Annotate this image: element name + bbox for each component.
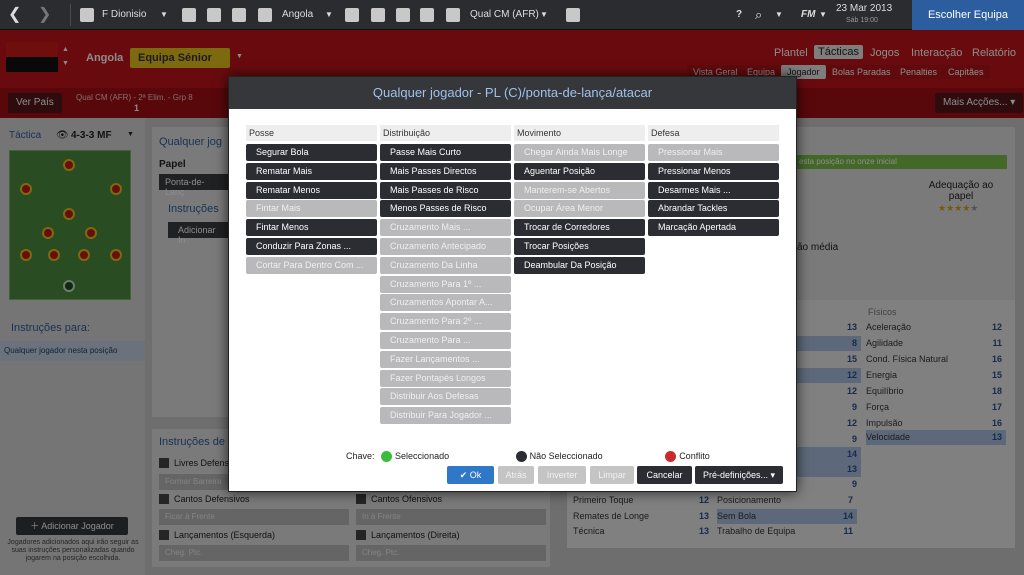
instruction-option[interactable]: Pressionar Menos bbox=[648, 162, 779, 180]
instruction-option[interactable]: Cruzamento Da Linha bbox=[380, 256, 511, 274]
instruction-option[interactable]: Trocar Posições bbox=[514, 238, 645, 255]
instruction-option[interactable]: Distribuir Para Jogador ... bbox=[380, 407, 511, 425]
instruction-option[interactable]: Segurar Bola bbox=[246, 144, 377, 161]
not-selected-dot bbox=[515, 451, 527, 463]
chevron-down-icon[interactable]: ▼ bbox=[775, 0, 783, 30]
search-icon[interactable]: ⌕ bbox=[755, 0, 762, 30]
back-icon[interactable]: ❮ bbox=[8, 0, 21, 30]
continue-button[interactable]: Escolher Equipa bbox=[912, 0, 1024, 30]
player-instructions-dialog: Qualquer jogador - PL (C)/ponta-de-lança… bbox=[228, 76, 797, 492]
cancel-button[interactable]: Cancelar bbox=[637, 466, 692, 484]
clipboard-icon[interactable] bbox=[207, 8, 221, 22]
conflict-dot bbox=[665, 451, 677, 463]
invert-button[interactable]: Inverter bbox=[538, 466, 586, 484]
calendar-icon[interactable] bbox=[566, 8, 580, 22]
instruction-option[interactable]: Cruzamento Para ... bbox=[380, 332, 511, 349]
instruction-option[interactable]: Mais Passes de Risco bbox=[380, 181, 511, 199]
instruction-option[interactable]: Fintar Menos bbox=[246, 219, 377, 237]
instruction-option[interactable]: Fazer Pontapés Longos bbox=[380, 369, 511, 387]
instruction-option[interactable]: Cruzamento Para 1º ... bbox=[380, 275, 511, 293]
chevron-down-icon[interactable]: ▼ bbox=[325, 0, 333, 30]
column-heading: Posse bbox=[246, 125, 377, 141]
instruction-option[interactable]: Mais Passes Directos bbox=[380, 162, 511, 180]
column-heading: Distribuição bbox=[380, 125, 511, 141]
instruction-option[interactable]: Abrandar Tackles bbox=[648, 200, 779, 218]
instruction-option[interactable]: Fintar Mais bbox=[246, 200, 377, 218]
legend-conflict: Conflito bbox=[679, 451, 710, 461]
instruction-option[interactable]: Aguentar Posição bbox=[514, 162, 645, 180]
forward-icon[interactable]: ❯ bbox=[38, 0, 51, 30]
manager-name[interactable]: F Dionisio bbox=[102, 0, 146, 30]
binoculars-icon[interactable] bbox=[420, 8, 434, 22]
briefcase-icon[interactable] bbox=[232, 8, 246, 22]
instruction-option[interactable]: Rematar Menos bbox=[246, 181, 377, 199]
instruction-option[interactable]: Distribuir Aos Defesas bbox=[380, 388, 511, 406]
window-icon[interactable] bbox=[396, 8, 410, 22]
folder-icon[interactable] bbox=[371, 8, 385, 22]
chevron-down-icon[interactable]: ▼ bbox=[540, 0, 548, 30]
legend: Chave: Seleccionado Não Seleccionado Con… bbox=[346, 450, 710, 463]
manager-icon[interactable] bbox=[80, 8, 94, 22]
instruction-option[interactable]: Pressionar Mais bbox=[648, 144, 779, 161]
trophy-icon[interactable] bbox=[446, 8, 460, 22]
chevron-down-icon[interactable]: ▼ bbox=[819, 0, 827, 30]
instruction-option[interactable]: Passe Mais Curto bbox=[380, 144, 511, 161]
instruction-option[interactable]: Cruzamento Para 2º ... bbox=[380, 313, 511, 331]
back-button[interactable]: Atrás bbox=[498, 466, 534, 484]
legend-selected: Seleccionado bbox=[395, 451, 450, 461]
column-heading: Movimento bbox=[514, 125, 645, 141]
selected-dot bbox=[381, 451, 393, 463]
clear-button[interactable]: Limpar bbox=[590, 466, 634, 484]
instruction-option[interactable]: Deambular Da Posição bbox=[514, 256, 645, 274]
instruction-option[interactable]: Cortar Para Dentro Com ... bbox=[246, 256, 377, 274]
instruction-option[interactable]: Ocupar Área Menor bbox=[514, 200, 645, 218]
instruction-option[interactable]: Desarmes Mais ... bbox=[648, 181, 779, 199]
ok-button[interactable]: ✔ Ok bbox=[447, 466, 494, 484]
scales-icon[interactable] bbox=[258, 8, 272, 22]
dialog-title: Qualquer jogador - PL (C)/ponta-de-lança… bbox=[229, 77, 796, 109]
column-heading: Defesa bbox=[648, 125, 779, 141]
presets-button[interactable]: Pré-definições... ▾ bbox=[695, 466, 783, 484]
legend-label: Chave: bbox=[346, 451, 375, 461]
instruction-option[interactable]: Cruzamento Mais ... bbox=[380, 219, 511, 237]
instruction-option[interactable]: Cruzamento Antecipado bbox=[380, 238, 511, 255]
instruction-option[interactable]: Trocar de Corredores bbox=[514, 219, 645, 237]
competition-menu[interactable]: Qual CM (AFR) bbox=[470, 0, 539, 30]
instruction-option[interactable]: Rematar Mais bbox=[246, 162, 377, 180]
instruction-option[interactable]: Fazer Lançamentos ... bbox=[380, 350, 511, 368]
transfer-icon[interactable] bbox=[182, 8, 196, 22]
instruction-option[interactable]: Cruzamentos Apontar A... bbox=[380, 294, 511, 312]
legend-not-selected: Não Seleccionado bbox=[529, 451, 603, 461]
instruction-option[interactable]: Marcação Apertada bbox=[648, 219, 779, 237]
instruction-option[interactable]: Menos Passes de Risco bbox=[380, 200, 511, 218]
instruction-option[interactable]: Manterem-se Abertos bbox=[514, 181, 645, 199]
top-bar: ❮ ❯ F Dionisio ▼ Angola ▼ Qual CM (AFR) … bbox=[0, 0, 1024, 30]
help-icon[interactable]: ? bbox=[732, 0, 746, 30]
squad-icon[interactable] bbox=[345, 8, 359, 22]
chevron-down-icon[interactable]: ▼ bbox=[160, 0, 168, 30]
nation-menu[interactable]: Angola bbox=[282, 0, 313, 30]
instruction-option[interactable]: Conduzir Para Zonas ... bbox=[246, 238, 377, 255]
fm-menu[interactable]: FM bbox=[801, 0, 815, 30]
instruction-option[interactable]: Chegar Ainda Mais Longe bbox=[514, 144, 645, 161]
